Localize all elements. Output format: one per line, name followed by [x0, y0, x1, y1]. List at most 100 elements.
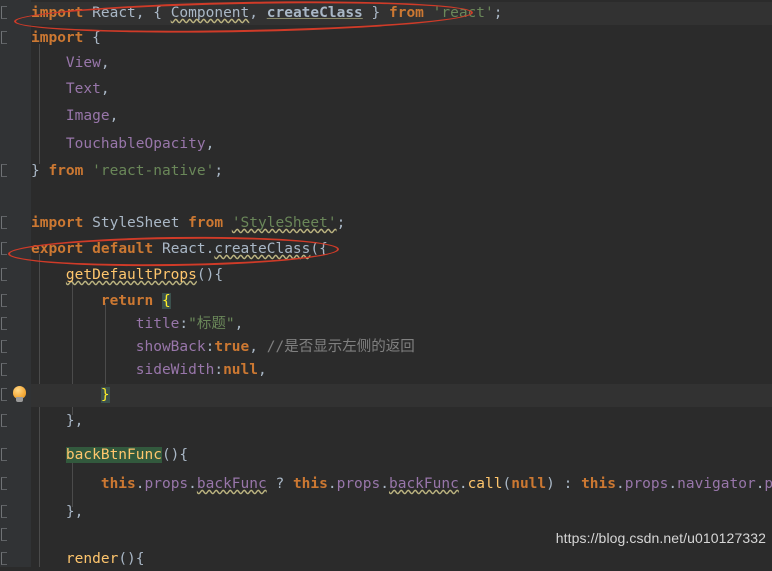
code-token: ,	[100, 81, 110, 97]
code-line[interactable]: render(){	[31, 548, 772, 571]
code-text-area[interactable]: import React, { Component, createClass }…	[31, 0, 772, 567]
code-token: },	[65, 413, 84, 429]
code-fold-marker-icon[interactable]	[1, 505, 7, 518]
code-token: .	[615, 476, 625, 492]
code-line[interactable]: this.props.backFunc ? this.props.backFun…	[31, 473, 772, 496]
code-token: render	[65, 551, 119, 567]
code-line[interactable]: }	[31, 384, 772, 407]
code-token: },	[65, 504, 84, 520]
code-token: createClass	[266, 5, 363, 21]
code-token: (){	[196, 267, 224, 283]
code-line[interactable]: export default React.createClass({	[31, 238, 772, 261]
code-line[interactable]: } from 'react-native';	[31, 160, 772, 183]
code-token: .	[135, 476, 145, 492]
code-fold-marker-icon[interactable]	[1, 552, 7, 565]
code-fold-marker-icon[interactable]	[1, 528, 7, 541]
code-fold-marker-icon[interactable]	[1, 363, 7, 376]
code-token: import	[31, 30, 84, 46]
code-token: from	[48, 163, 84, 179]
code-token: ;	[493, 5, 503, 21]
code-fold-marker-icon[interactable]	[1, 317, 7, 330]
code-fold-marker-icon[interactable]	[1, 414, 7, 427]
lightbulb-icon[interactable]	[12, 386, 27, 403]
code-line[interactable]: Image,	[31, 105, 772, 128]
code-token: backFunc	[388, 476, 459, 492]
code-token: TouchableOpacity	[65, 136, 206, 152]
code-token: this	[100, 476, 136, 492]
code-line[interactable]	[31, 186, 772, 209]
code-token: }	[362, 5, 389, 21]
code-fold-marker-icon[interactable]	[1, 216, 7, 229]
code-token: ;	[214, 163, 224, 179]
code-token: title	[135, 316, 180, 332]
code-fold-marker-icon[interactable]	[1, 477, 7, 490]
code-token: ) :	[546, 476, 582, 492]
code-line[interactable]: },	[31, 410, 772, 433]
code-token: sideWidth	[135, 362, 215, 378]
code-line[interactable]: backBtnFunc(){	[31, 444, 772, 467]
code-token: backFunc	[196, 476, 267, 492]
code-line[interactable]: View,	[31, 52, 772, 75]
code-token: .	[188, 476, 197, 492]
code-token: ,	[205, 136, 215, 152]
code-line[interactable]: title:"标题",	[31, 313, 772, 336]
code-token: return	[100, 293, 154, 309]
code-line[interactable]: Text,	[31, 78, 772, 101]
code-fold-marker-icon[interactable]	[1, 294, 7, 307]
code-token: Component	[170, 5, 250, 21]
code-token: pop	[764, 476, 772, 492]
code-token: ?	[266, 476, 293, 492]
code-line[interactable]: TouchableOpacity,	[31, 133, 772, 156]
code-token: .	[668, 476, 678, 492]
code-fold-marker-icon[interactable]	[1, 268, 7, 281]
code-line[interactable]: sideWidth:null,	[31, 359, 772, 382]
code-token: }	[100, 387, 110, 403]
code-fold-marker-icon[interactable]	[1, 6, 7, 19]
code-fold-marker-icon[interactable]	[1, 164, 7, 177]
code-fold-marker-icon[interactable]	[1, 242, 7, 255]
code-token: (	[502, 476, 512, 492]
code-token: showBack	[135, 339, 206, 355]
code-line[interactable]: },	[31, 501, 772, 524]
code-fold-marker-icon[interactable]	[1, 340, 7, 353]
code-token: call	[467, 476, 503, 492]
code-token: null	[223, 362, 258, 378]
code-line[interactable]: import StyleSheet from 'StyleSheet';	[31, 212, 772, 235]
code-fold-marker-icon[interactable]	[1, 31, 7, 44]
code-token: null	[511, 476, 547, 492]
code-token: (){	[161, 447, 189, 463]
code-token: .	[458, 476, 468, 492]
code-token: React	[92, 5, 136, 21]
code-line[interactable]: showBack:true, //是否显示左侧的返回	[31, 336, 772, 359]
code-line[interactable]: import React, { Component, createClass }…	[31, 2, 772, 25]
code-token: ,	[100, 55, 110, 71]
code-editor-window[interactable]: import React, { Component, createClass }…	[0, 0, 772, 567]
code-token: from	[388, 5, 424, 21]
code-fold-marker-icon[interactable]	[1, 448, 7, 461]
code-line[interactable]: import {	[31, 27, 772, 50]
code-line[interactable]: getDefaultProps(){	[31, 264, 772, 287]
code-fold-marker-icon[interactable]	[1, 388, 7, 401]
code-line[interactable]: return {	[31, 290, 772, 313]
code-token: View	[65, 55, 101, 71]
code-token: export	[31, 241, 84, 257]
code-token: true	[214, 339, 250, 355]
code-token: .	[327, 476, 337, 492]
code-token: from	[188, 215, 224, 231]
code-token: this	[581, 476, 616, 492]
editor-gutter[interactable]	[0, 0, 32, 567]
